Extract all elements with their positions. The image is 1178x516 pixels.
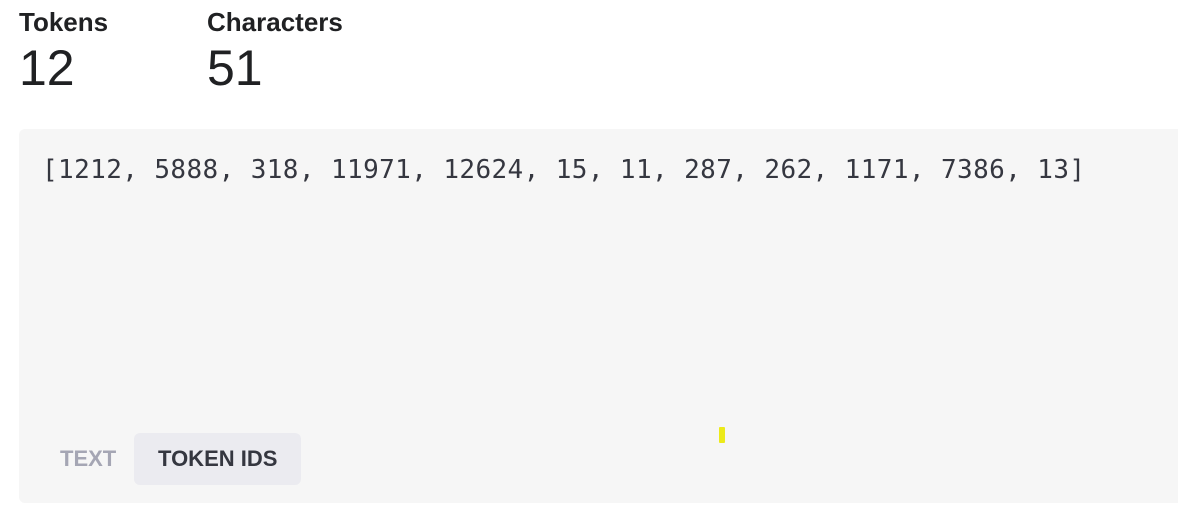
tokens-stat: Tokens 12	[19, 6, 207, 96]
characters-label: Characters	[207, 7, 343, 37]
tab-token-ids[interactable]: TOKEN IDS	[134, 433, 302, 485]
characters-count: 51	[207, 40, 263, 96]
highlight-marker	[719, 427, 725, 443]
output-view-tabs: TEXT TOKEN IDS	[42, 433, 302, 485]
token-ids-output: [1212, 5888, 318, 11971, 12624, 15, 11, …	[42, 155, 1086, 185]
tab-text[interactable]: TEXT	[42, 433, 134, 485]
token-stats: Tokens 12 Characters 51	[19, 6, 407, 96]
characters-stat: Characters 51	[207, 6, 407, 96]
tokenizer-output-panel: [1212, 5888, 318, 11971, 12624, 15, 11, …	[19, 129, 1178, 503]
tokens-count: 12	[19, 40, 75, 96]
tokens-label: Tokens	[19, 7, 109, 37]
